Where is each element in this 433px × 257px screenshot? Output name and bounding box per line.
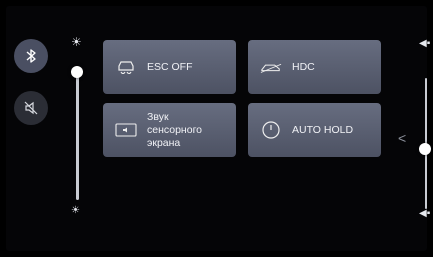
volume-thumb[interactable] (419, 143, 431, 155)
bluetooth-button[interactable] (14, 39, 48, 73)
hdc-button[interactable]: HDC (248, 40, 381, 94)
hdc-icon (260, 56, 282, 78)
mute-button[interactable] (14, 91, 48, 125)
auto-hold-label: AUTO HOLD (292, 123, 354, 136)
speaker-muted-icon (24, 101, 38, 115)
brightness-low-icon: ☀ (71, 205, 80, 216)
brightness-high-icon: ☀ (71, 35, 82, 49)
touch-sound-label: Звук сенсорного экрана (147, 110, 203, 149)
hdc-label: HDC (292, 60, 315, 73)
touch-sound-icon (115, 119, 137, 141)
bluetooth-icon (26, 49, 36, 63)
auto-hold-icon (260, 119, 282, 141)
esc-off-button[interactable]: ESC OFF (103, 40, 236, 94)
brightness-track (76, 71, 79, 200)
speaker-icon: ◀▪ (419, 38, 431, 49)
chevron-left-icon[interactable]: < (398, 130, 406, 146)
esc-off-label: ESC OFF (147, 60, 193, 73)
touch-sound-button[interactable]: Звук сенсорного экрана (103, 103, 236, 157)
speaker-low-icon: ◀▪ (419, 208, 431, 219)
brightness-thumb[interactable] (71, 66, 83, 78)
auto-hold-button[interactable]: AUTO HOLD (248, 103, 381, 157)
esc-off-icon (115, 56, 137, 78)
